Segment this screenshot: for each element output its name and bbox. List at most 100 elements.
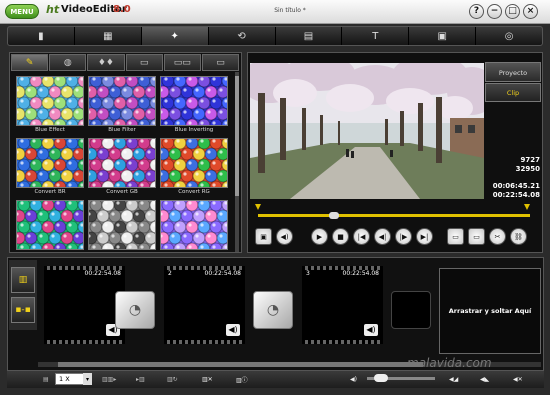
storyboard-icon[interactable]: ▪-▪ bbox=[11, 297, 35, 323]
rotate-icon[interactable]: ▥↻ bbox=[167, 373, 178, 385]
next-frame-button[interactable]: |▶ bbox=[395, 228, 412, 245]
effects-tab[interactable]: ▭▭ bbox=[163, 54, 201, 71]
effect-item[interactable] bbox=[16, 200, 84, 251]
effect-thumbnail bbox=[160, 200, 228, 250]
effects-tab[interactable]: ▭ bbox=[125, 54, 163, 71]
media-import-icon: ▦ bbox=[103, 30, 113, 42]
transition-icon: ◔ bbox=[128, 302, 142, 318]
effect-item[interactable] bbox=[88, 200, 156, 251]
prev-frame-button[interactable]: ◀| bbox=[374, 228, 391, 245]
fade-out-icon[interactable]: ◀◣ bbox=[480, 373, 489, 385]
timeline-clip[interactable]: 2 00:22:54.08 ◀) bbox=[160, 266, 249, 344]
frame-icon-1: ▭ bbox=[139, 57, 149, 68]
effects-tab[interactable]: ✎ bbox=[11, 54, 49, 71]
effect-item[interactable] bbox=[160, 200, 228, 251]
mark-in-marker[interactable] bbox=[255, 204, 261, 210]
effects-scrollbar-thumb[interactable] bbox=[235, 76, 239, 196]
toolbar-save-button[interactable]: ▣ bbox=[409, 27, 477, 45]
transition-slot[interactable]: ◔ bbox=[115, 291, 155, 329]
effect-thumbnail bbox=[16, 200, 84, 250]
close-button[interactable]: × bbox=[523, 4, 538, 19]
mark-in-button[interactable]: ▭ bbox=[447, 228, 464, 245]
ruler-icon[interactable]: ▥ bbox=[11, 267, 35, 293]
effect-thumbnail bbox=[88, 76, 156, 126]
effects-tab[interactable]: ▭ bbox=[201, 54, 240, 71]
mark-out-marker[interactable] bbox=[524, 204, 530, 210]
play-button[interactable]: ▶ bbox=[311, 228, 328, 245]
effect-item[interactable]: Convert RG bbox=[160, 138, 228, 195]
help-button[interactable]: ? bbox=[469, 4, 484, 19]
toolbar-text-button[interactable]: T bbox=[342, 27, 410, 45]
cut-button[interactable]: ✂ bbox=[489, 228, 506, 245]
zoom-dropdown-icon[interactable]: ▾ bbox=[83, 373, 92, 385]
volume-button[interactable]: ◀) bbox=[276, 228, 293, 245]
drops-icon: ♦♦ bbox=[97, 57, 114, 68]
effect-label: Blue Inverting bbox=[174, 127, 214, 133]
link-icon: ⛓ bbox=[514, 232, 523, 241]
project-mode-tab[interactable]: Proyecto bbox=[485, 62, 541, 82]
transition-slot[interactable]: ◔ bbox=[253, 291, 293, 329]
go-end-icon: ▶| bbox=[420, 232, 429, 241]
document-title: Sin título * bbox=[274, 7, 306, 14]
scrub-range bbox=[258, 214, 530, 217]
toolbar-document-button[interactable]: ▮ bbox=[8, 27, 75, 45]
logo-icon: ht bbox=[46, 3, 60, 16]
link-button[interactable]: ⛓ bbox=[510, 228, 527, 245]
mute-icon[interactable]: ◀✕ bbox=[513, 373, 523, 385]
effect-thumbnail bbox=[88, 138, 156, 188]
toolbar-magic-wand-button[interactable]: ✦ bbox=[141, 27, 209, 45]
effect-item[interactable]: Blue Effect bbox=[16, 76, 84, 133]
snapshot-button[interactable]: ▣ bbox=[255, 228, 272, 245]
clip-mode-tab[interactable]: Clip bbox=[485, 83, 541, 102]
main-toolbar: ▮ ▦ ✦ ⟲ ▤ T ▣ ◎ bbox=[7, 26, 543, 46]
effect-label: Blue Effect bbox=[35, 127, 65, 133]
speaker-icon[interactable]: ◀) bbox=[364, 324, 378, 336]
clip-duration: 00:22:54.08 bbox=[342, 270, 380, 277]
clip-number: 2 bbox=[168, 270, 172, 277]
effects-tab[interactable]: ♦♦ bbox=[87, 54, 125, 71]
effect-item[interactable]: Blue Inverting bbox=[160, 76, 228, 133]
delete-clip-icon[interactable]: ▥✕ bbox=[202, 373, 213, 385]
timeline-clip[interactable]: 3 00:22:54.08 ◀) bbox=[298, 266, 387, 344]
split-icon[interactable]: ▥▥▸ bbox=[102, 373, 116, 385]
clip-duration: 00:22:54.08 bbox=[204, 270, 242, 277]
frame-total: 32950 bbox=[515, 165, 540, 173]
effect-item[interactable]: Convert BR bbox=[16, 138, 84, 195]
clip-duration: 00:22:54.08 bbox=[84, 270, 122, 277]
next-frame-icon: |▶ bbox=[399, 232, 408, 241]
go-end-button[interactable]: ▶| bbox=[416, 228, 433, 245]
toolbar-transitions-button[interactable]: ⟲ bbox=[209, 27, 276, 45]
clip-info-icon[interactable]: ▥ⓘ bbox=[236, 373, 248, 385]
toolbar-export-button[interactable]: ◎ bbox=[476, 27, 542, 45]
magic-wand-icon: ✦ bbox=[170, 30, 179, 42]
merge-icon[interactable]: ▸▥ bbox=[136, 373, 145, 385]
fade-in-icon[interactable]: ◀◢ bbox=[449, 373, 458, 385]
effect-item[interactable]: Convert GB bbox=[88, 138, 156, 195]
effect-label: Blue Filter bbox=[108, 127, 136, 133]
go-start-button[interactable]: |◀ bbox=[353, 228, 370, 245]
save-icon: ▣ bbox=[437, 30, 447, 42]
toolbar-filmstrip-button[interactable]: ▤ bbox=[276, 27, 343, 45]
mark-out-button[interactable]: ▭ bbox=[468, 228, 485, 245]
minimize-button[interactable]: − bbox=[487, 4, 502, 19]
effect-label: Convert GB bbox=[106, 189, 138, 195]
volume-icon: ◀) bbox=[280, 232, 289, 241]
toolbar-media-import-button[interactable]: ▦ bbox=[75, 27, 142, 45]
zoom-icon[interactable]: ▤ bbox=[43, 373, 49, 385]
effect-label: Convert BR bbox=[34, 189, 66, 195]
maximize-button[interactable]: □ bbox=[505, 4, 520, 19]
timeline-scrollbar-thumb[interactable] bbox=[58, 362, 423, 367]
effects-tab[interactable]: ◍ bbox=[49, 54, 87, 71]
menu-button[interactable]: MENU bbox=[5, 4, 39, 19]
empty-transition-slot[interactable] bbox=[391, 291, 431, 329]
scrub-playhead[interactable] bbox=[329, 212, 340, 219]
drop-zone[interactable]: Arrastrar y soltar Aquí bbox=[439, 268, 541, 354]
volume-slider-thumb[interactable] bbox=[373, 374, 388, 382]
volume-icon: ◀) bbox=[350, 375, 357, 383]
effect-item[interactable]: Blue Filter bbox=[88, 76, 156, 133]
app-window: MENU ht VideoEditor 8.0 Sin título * ? −… bbox=[0, 0, 550, 395]
effects-tabs: ✎ ◍ ♦♦ ▭ ▭▭ ▭ bbox=[11, 54, 240, 71]
texture-icon: ◍ bbox=[63, 57, 72, 68]
stop-button[interactable]: ■ bbox=[332, 228, 349, 245]
speaker-icon[interactable]: ◀) bbox=[226, 324, 240, 336]
